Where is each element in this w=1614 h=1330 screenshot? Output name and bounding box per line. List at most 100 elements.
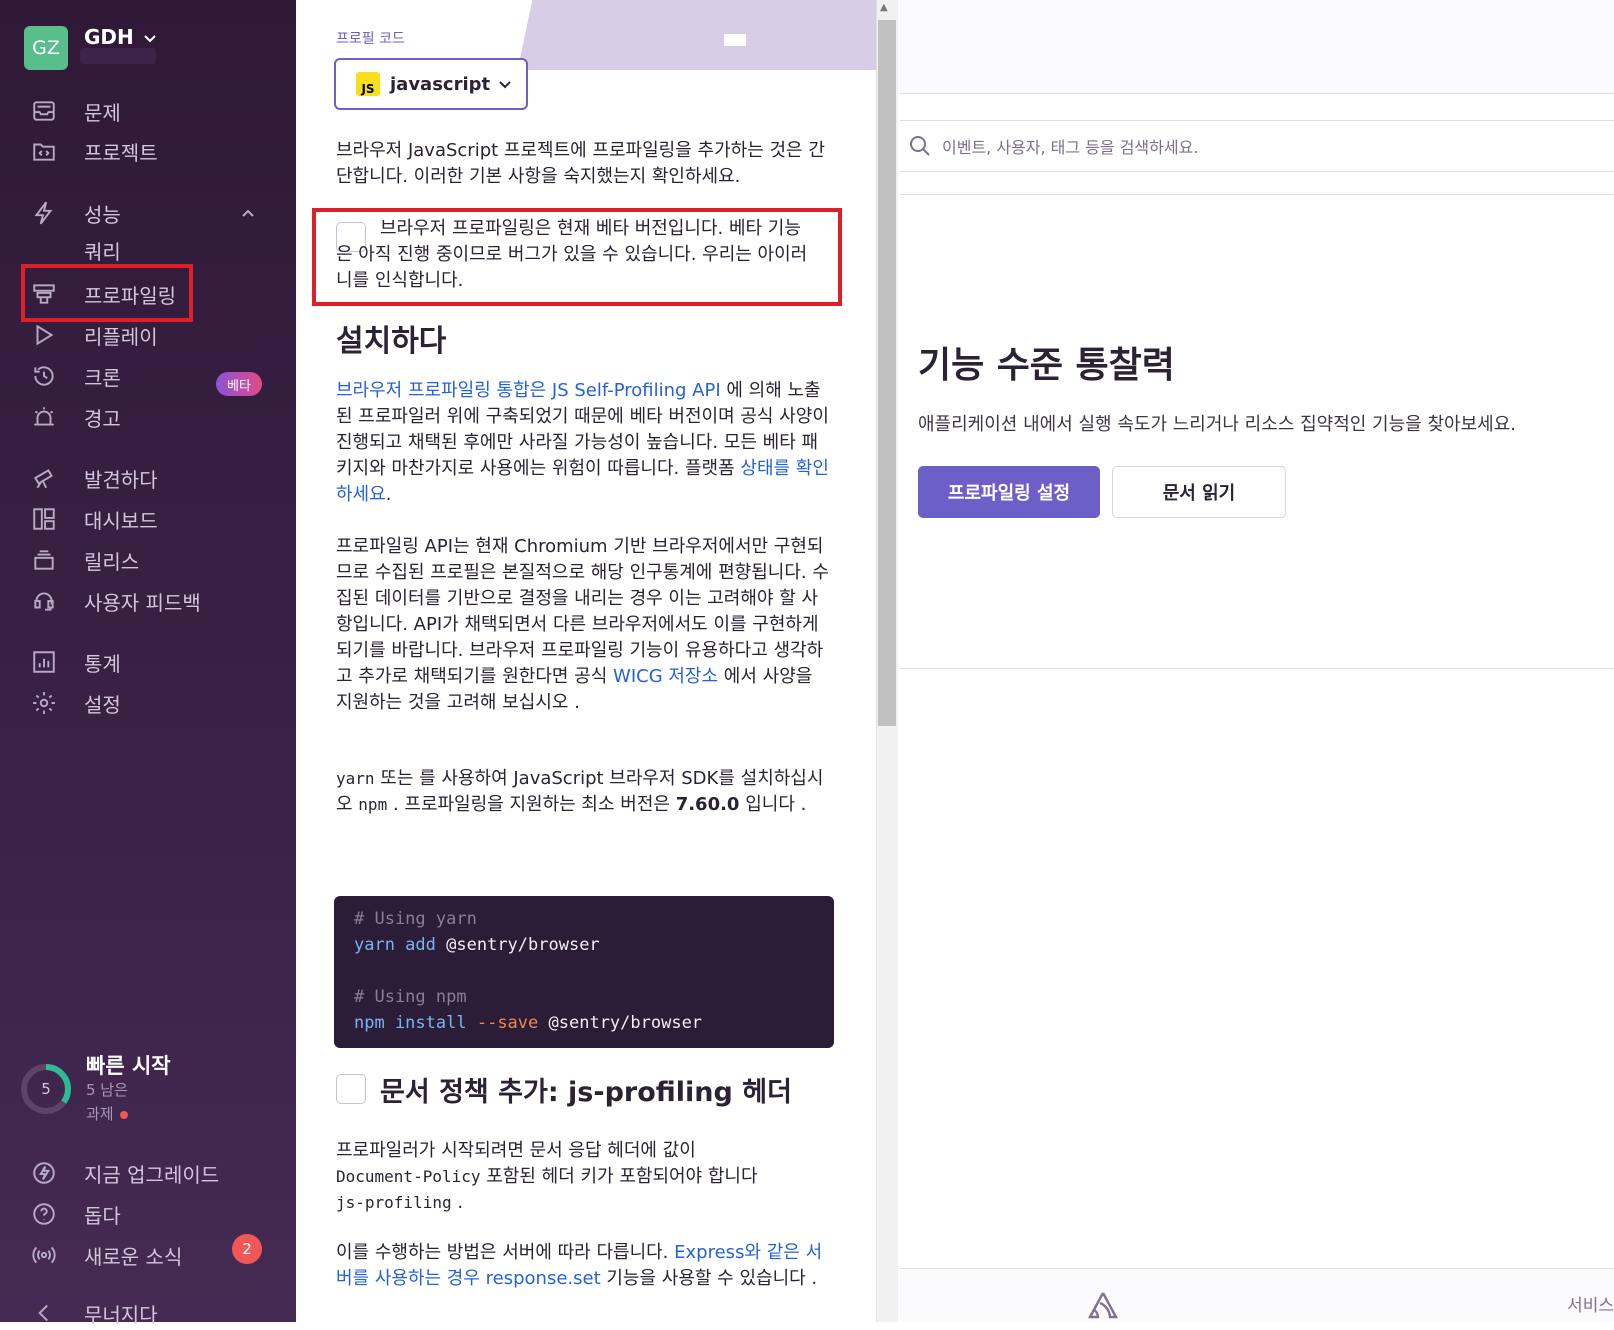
quickstart-progress-ring: 5 xyxy=(21,1064,71,1114)
paragraph-text: . 프로파일링을 지원하는 최소 버전은 xyxy=(392,794,670,815)
question-circle-icon xyxy=(30,1200,58,1228)
policy-paragraph-2: 이를 수행하는 방법은 서버에 따라 다릅니다. Express와 같은 서버를… xyxy=(336,1240,832,1292)
sidebar-item-feedback[interactable]: 사용자 피드백 xyxy=(30,584,201,618)
news-count-badge: 2 xyxy=(232,1234,262,1264)
policy-step-checkbox[interactable] xyxy=(336,1074,366,1104)
sidebar-item-upgrade[interactable]: 지금 업그레이드 xyxy=(30,1156,219,1190)
sidebar-item-help[interactable]: 돕다 xyxy=(30,1197,121,1231)
code-command: yarn add xyxy=(354,935,436,955)
sidebar-item-crons[interactable]: 크론 xyxy=(30,359,121,393)
sidebar-item-label: 릴리스 xyxy=(84,549,140,574)
platform-label: 프로필 코드 xyxy=(336,31,405,47)
sentry-logo-icon xyxy=(1087,1292,1119,1319)
link-wicg-repo[interactable]: WICG 저장소 xyxy=(613,666,718,687)
quickstart-count: 5 xyxy=(41,1080,51,1098)
policy-heading: 문서 정책 추가: js-profiling 헤더 xyxy=(380,1077,792,1108)
quickstart-remaining: 5 남은 xyxy=(86,1081,128,1099)
footer-text[interactable]: 서비스 xyxy=(1567,1291,1614,1316)
folder-code-icon xyxy=(30,137,58,165)
sidebar-item-discover[interactable]: 발견하다 xyxy=(30,461,158,495)
paragraph-text: 프로파일러가 시작되려면 문서 응답 헤더에 값이 xyxy=(336,1140,696,1161)
paragraph-text: 이를 수행하는 방법은 서버에 따라 다릅니다. xyxy=(336,1242,669,1263)
quickstart-title: 빠른 시작 xyxy=(86,1054,171,1078)
sidebar-item-issues[interactable]: 문제 xyxy=(30,94,121,128)
sidebar-item-dashboards[interactable]: 대시보드 xyxy=(30,502,158,536)
platform-value: javascript xyxy=(390,73,491,95)
code-line: yarn add @sentry/browser xyxy=(354,932,814,958)
sidebar-subitem-queries[interactable]: 쿼리 xyxy=(84,236,121,265)
chevron-left-icon xyxy=(30,1299,58,1327)
min-version: 7.60.0 xyxy=(675,794,740,815)
search-placeholder: 이벤트, 사용자, 태그 등을 검색하세요. xyxy=(942,138,1199,157)
siren-icon xyxy=(30,403,58,431)
sidebar-item-label: 문제 xyxy=(84,100,121,125)
code-command: npm install xyxy=(354,1013,467,1033)
megaphone-icon xyxy=(30,587,58,615)
sidebar-item-label: 프로젝트 xyxy=(84,140,158,165)
quickstart-tasks: 과제 xyxy=(86,1105,114,1123)
org-subtitle xyxy=(80,48,156,64)
sidebar-item-stats[interactable]: 통계 xyxy=(30,645,121,679)
beta-badge: 베타 xyxy=(216,372,262,396)
chevron-down-icon xyxy=(499,81,511,89)
inline-code: js-profiling xyxy=(336,1193,452,1212)
decoration-shape xyxy=(724,34,746,46)
sidebar-item-label: 무너지다 xyxy=(84,1302,158,1327)
lightning-circle-icon xyxy=(30,1159,58,1187)
chevron-up-icon[interactable] xyxy=(240,205,256,221)
sidebar-item-label: 리플레이 xyxy=(84,324,158,349)
org-avatar: GZ xyxy=(24,26,68,70)
sidebar-item-label: 경고 xyxy=(84,406,121,431)
sidebar-item-performance[interactable]: 성능 xyxy=(30,196,256,230)
sidebar-item-label: 사용자 피드백 xyxy=(84,590,201,615)
paragraph-text: . xyxy=(385,484,392,505)
setup-profiling-button[interactable]: 프로파일링 설정 xyxy=(918,466,1100,518)
sidebar-collapse[interactable]: 무너지다 xyxy=(30,1296,158,1330)
install-paragraph-1: 브라우저 프로파일링 통합은 JS Self-Profiling API 에 의… xyxy=(336,378,832,508)
code-package: @sentry/browser xyxy=(548,1013,703,1033)
sidebar-item-alerts[interactable]: 경고 xyxy=(30,400,121,434)
divider xyxy=(900,668,1614,669)
sidebar-item-replays[interactable]: 리플레이 xyxy=(30,318,158,352)
page-description: 애플리케이션 내에서 실행 속도가 느리거나 리소스 집약적인 기능을 찾아보세… xyxy=(918,414,1516,435)
inline-code: yarn xyxy=(336,769,375,788)
code-comment: # Using yarn xyxy=(354,909,477,929)
javascript-logo-icon: JS xyxy=(356,72,380,96)
status-dot xyxy=(119,1110,128,1119)
org-name: GDH xyxy=(84,25,134,49)
paragraph-text: 포함된 헤더 키가 포함되어야 합니다 xyxy=(486,1166,758,1187)
link-browser-profiling[interactable]: 브라우저 프로파일링 통합은 xyxy=(336,380,546,401)
chevron-down-icon xyxy=(144,35,156,43)
highlight-box xyxy=(21,264,193,322)
read-docs-button[interactable]: 문서 읽기 xyxy=(1112,466,1286,518)
paragraph-text: 프로파일링 API는 현재 Chromium 기반 브라우저에서만 구현되므로 … xyxy=(336,536,829,687)
platform-select[interactable]: JS javascript xyxy=(334,58,528,110)
scrollbar-thumb[interactable] xyxy=(878,20,896,726)
divider xyxy=(900,194,1614,195)
play-icon xyxy=(30,321,58,349)
search-bar[interactable]: 이벤트, 사용자, 태그 등을 검색하세요. xyxy=(900,120,1614,172)
dashboard-icon xyxy=(30,505,58,533)
bar-chart-icon xyxy=(30,648,58,676)
sidebar-item-label: 발견하다 xyxy=(84,467,158,492)
sidebar-item-label: 설정 xyxy=(84,692,121,717)
install-code-block[interactable]: # Using yarn yarn add @sentry/browser # … xyxy=(334,896,834,1048)
scroll-up-arrow-icon[interactable]: ▲ xyxy=(880,2,888,13)
code-flag: --save xyxy=(476,1013,539,1033)
sidebar-item-projects[interactable]: 프로젝트 xyxy=(30,134,158,168)
install-heading: 설치하다 xyxy=(336,324,447,359)
alert-highlight-spacer xyxy=(311,208,847,308)
inline-code: npm xyxy=(358,795,388,814)
sidebar-item-settings[interactable]: 설정 xyxy=(30,686,121,720)
intro-text: 브라우저 JavaScript 프로젝트에 프로파일링을 추가하는 것은 간단합… xyxy=(336,140,825,187)
sidebar-item-label: 돕다 xyxy=(84,1203,121,1228)
sidebar-item-news[interactable]: 새로운 소식 xyxy=(30,1238,182,1272)
link-js-self-profiling[interactable]: JS Self-Profiling API xyxy=(552,380,721,401)
sidebar-item-releases[interactable]: 릴리스 xyxy=(30,543,139,577)
install-paragraph-3: yarn 또는 를 사용하여 JavaScript 브라우저 SDK를 설치하십… xyxy=(336,766,832,818)
org-switcher[interactable]: GZ GDH xyxy=(24,26,158,70)
telescope-icon xyxy=(30,464,58,492)
package-icon xyxy=(30,546,58,574)
sidebar-item-label: 지금 업그레이드 xyxy=(84,1162,220,1187)
code-package: @sentry/browser xyxy=(446,935,600,955)
